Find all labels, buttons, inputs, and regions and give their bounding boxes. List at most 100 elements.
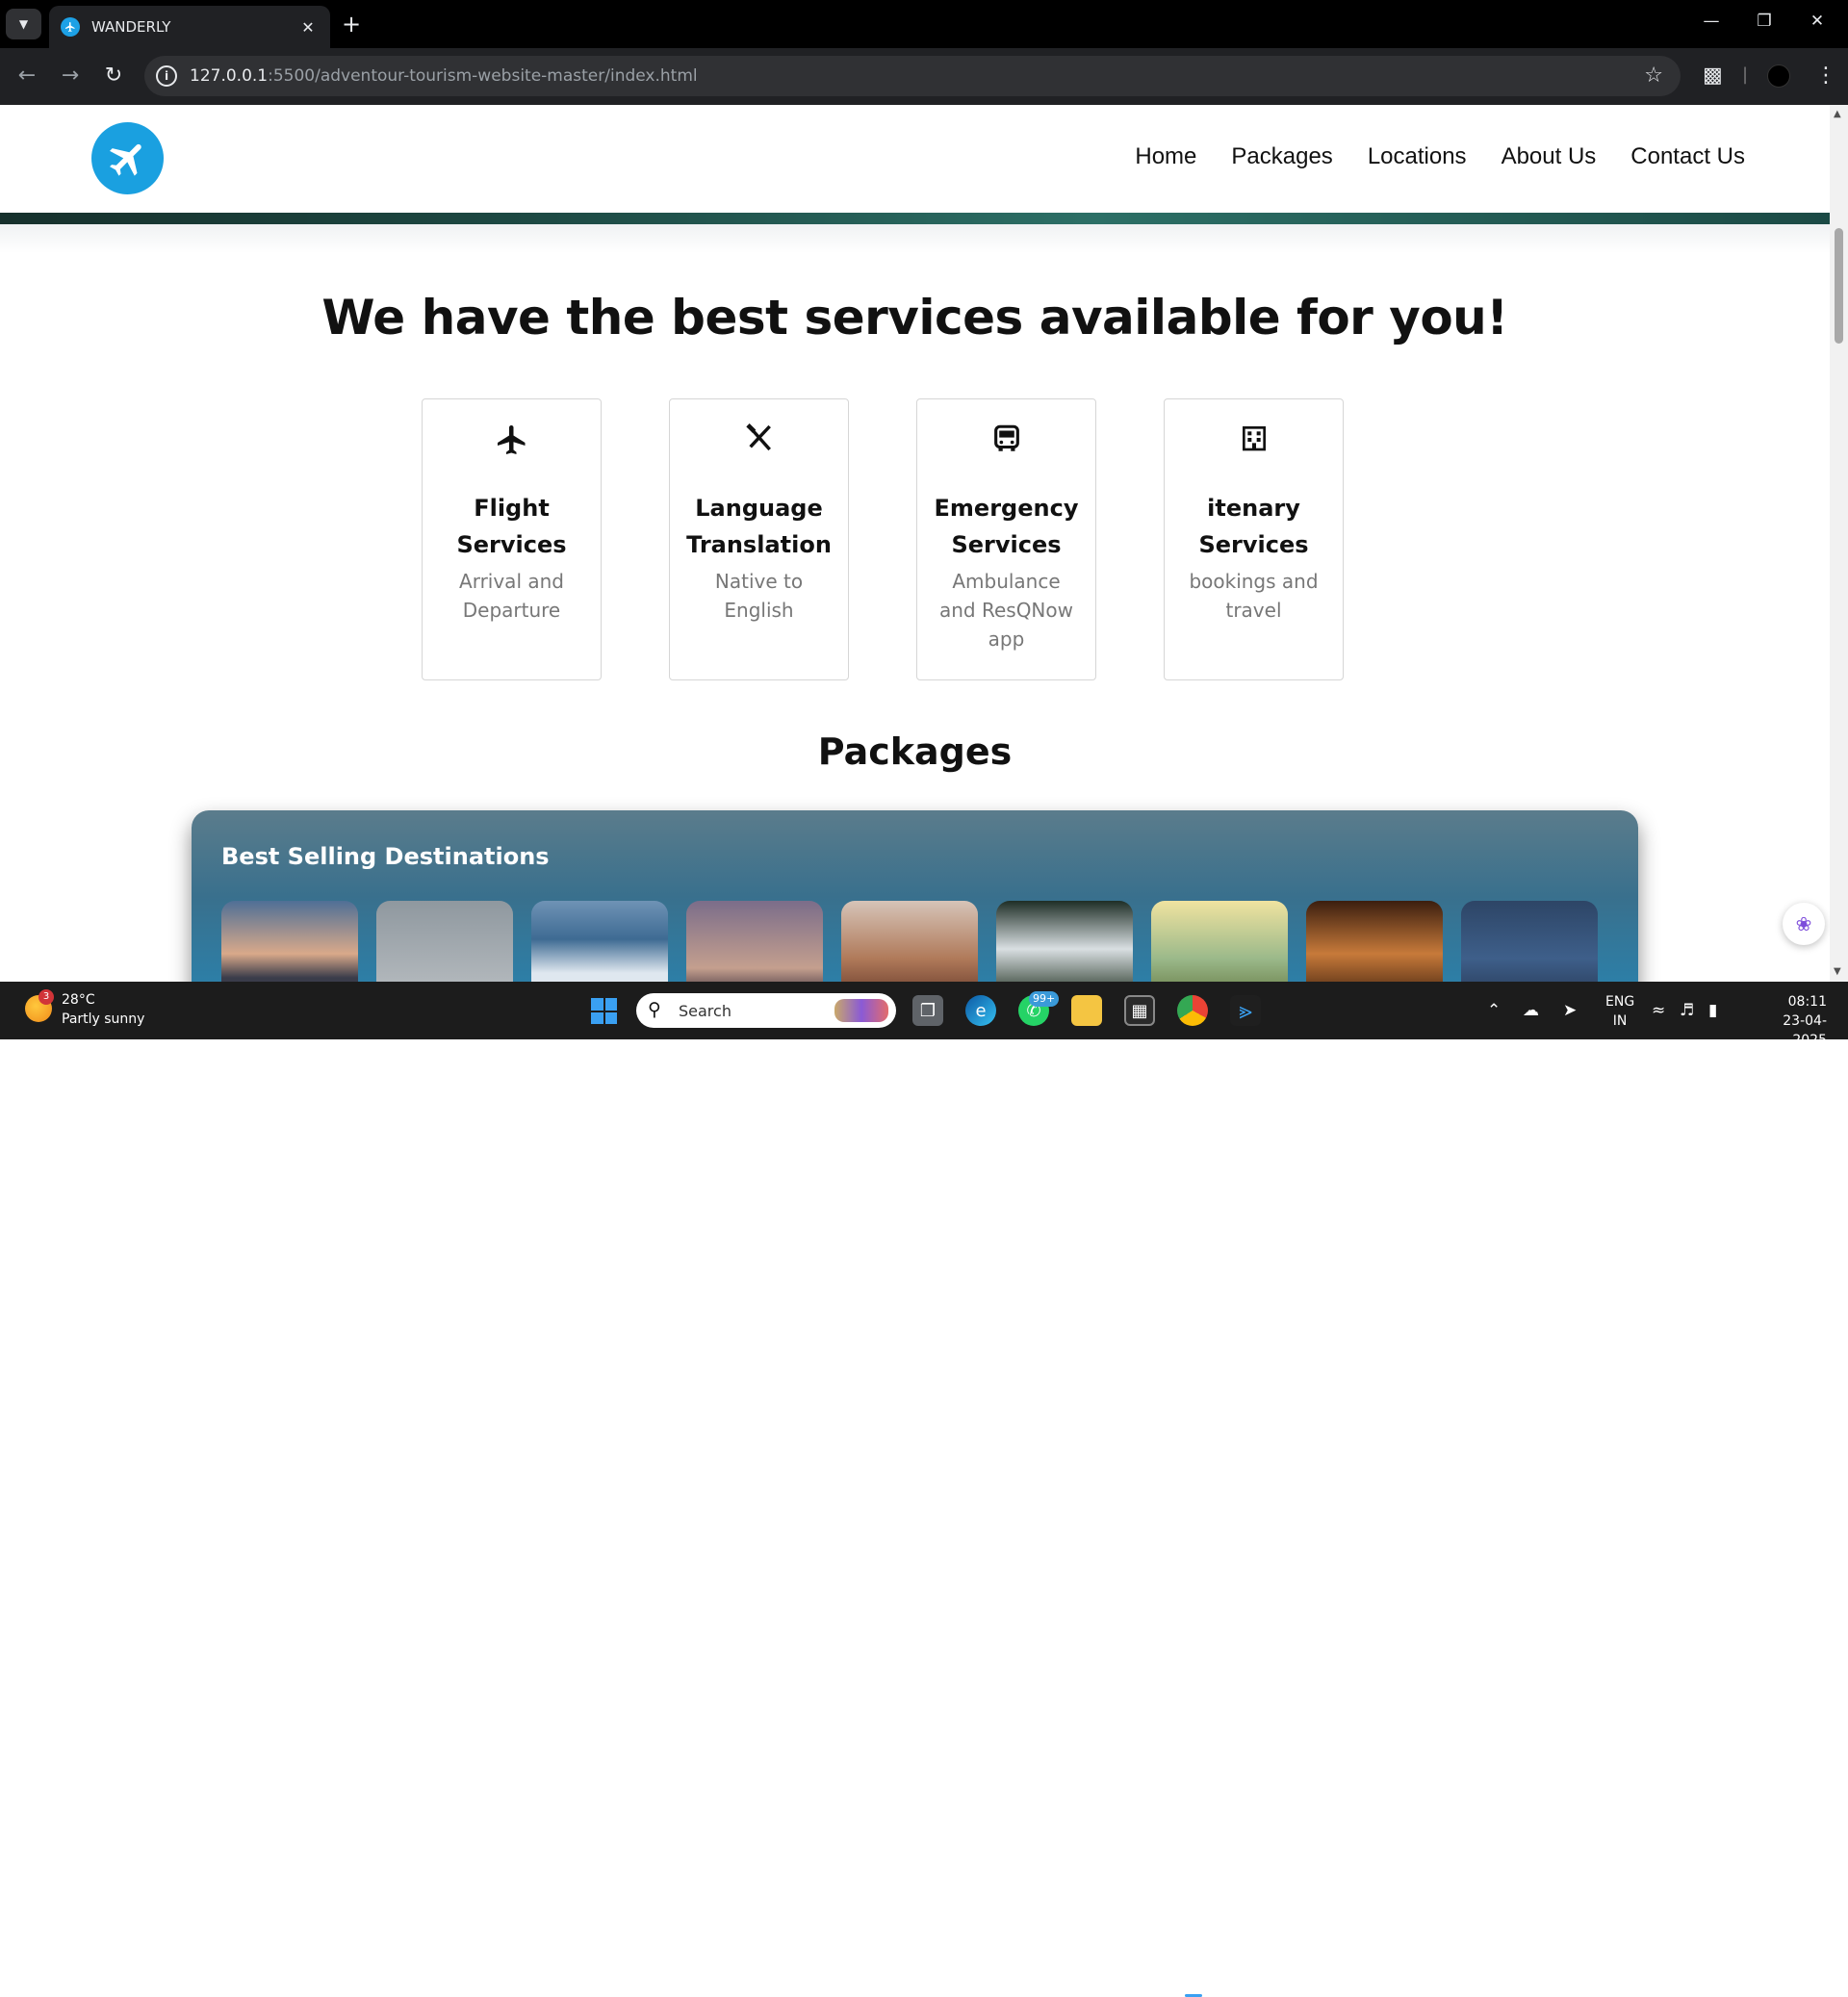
nav-home[interactable]: Home xyxy=(1135,143,1196,170)
destination-thumbnail[interactable] xyxy=(531,901,668,982)
restore-icon[interactable]: ❐ xyxy=(1743,12,1785,31)
vscode-icon[interactable]: ⪢ xyxy=(1230,995,1261,1026)
service-card-emergency[interactable]: Emergency Services Ambulance and ResQNow… xyxy=(916,398,1096,680)
service-card-flight[interactable]: Flight Services Arrival and Departure xyxy=(422,398,602,680)
service-card-desc: bookings and travel xyxy=(1189,570,1319,622)
nav-contact-us[interactable]: Contact Us xyxy=(1630,143,1745,170)
page-scrollbar[interactable]: ▲ ▼ xyxy=(1830,105,1848,982)
url-text[interactable]: 127.0.0.1:5500/adventour-tourism-website… xyxy=(190,66,698,86)
service-card-itinerary[interactable]: itenary Services bookings and travel xyxy=(1164,398,1344,680)
profile-avatar[interactable] xyxy=(1767,64,1790,88)
close-tab-icon[interactable]: ✕ xyxy=(297,18,319,37)
hotel-icon xyxy=(1165,422,1343,461)
destination-thumbnail[interactable] xyxy=(1461,901,1598,982)
airplane-favicon-icon xyxy=(61,17,80,37)
destination-thumbnail[interactable] xyxy=(996,901,1133,982)
wifi-icon[interactable]: ≈ xyxy=(1652,1001,1665,1020)
minimize-icon[interactable]: — xyxy=(1690,12,1732,31)
services-cards: Flight Services Arrival and Departure La… xyxy=(422,398,1344,680)
task-view-icon[interactable]: ❐ xyxy=(912,995,943,1026)
windows-start-icon[interactable] xyxy=(591,998,617,1024)
microsoft-store-icon[interactable]: ▦ xyxy=(1124,995,1155,1026)
service-card-desc: Native to English xyxy=(714,570,804,622)
language-indicator[interactable]: ENG IN xyxy=(1605,992,1634,1031)
ai-assistant-brain-icon[interactable]: ❀ xyxy=(1783,903,1825,945)
toolbar-divider: | xyxy=(1742,64,1749,85)
scrollbar-thumb[interactable] xyxy=(1835,228,1843,344)
close-window-icon[interactable]: ✕ xyxy=(1796,12,1838,31)
service-card-title: Emergency Services xyxy=(934,495,1079,558)
scroll-down-arrow-icon[interactable]: ▼ xyxy=(1834,966,1841,977)
bus-icon xyxy=(917,422,1095,461)
page-viewport: Home Packages Locations About Us Contact… xyxy=(0,105,1848,982)
packages-title: Packages xyxy=(817,730,1013,773)
hero-image-strip xyxy=(0,213,1830,224)
region-code: IN xyxy=(1612,1013,1628,1029)
service-card-title: Flight Services xyxy=(456,495,567,558)
weather-temperature[interactable]: 28°C xyxy=(62,992,95,1008)
destination-thumbnail[interactable] xyxy=(686,901,823,982)
taskbar-search[interactable]: ⚲ Search xyxy=(636,993,896,1028)
weather-badge: 3 xyxy=(38,989,54,1005)
airplane-logo-icon xyxy=(109,143,141,176)
destination-thumbnail[interactable] xyxy=(221,901,358,982)
search-highlight-art xyxy=(834,999,888,1022)
location-arrow-icon[interactable]: ➤ xyxy=(1563,1001,1577,1020)
forward-arrow-icon[interactable]: → xyxy=(58,64,83,88)
browser-tab[interactable]: WANDERLY ✕ xyxy=(49,6,330,48)
service-card-translation[interactable]: Language Translation Native to English xyxy=(669,398,849,680)
extensions-puzzle-icon[interactable]: ▩ xyxy=(1703,64,1723,88)
hero-shadow xyxy=(0,224,1830,253)
search-icon: ⚲ xyxy=(648,999,661,1020)
site-logo[interactable] xyxy=(91,122,164,194)
address-toolbar: ← → ↻ i 127.0.0.1:5500/adventour-tourism… xyxy=(0,48,1848,105)
whatsapp-badge: 99+ xyxy=(1029,991,1060,1007)
best-selling-heading: Best Selling Destinations xyxy=(221,843,550,870)
language-code: ENG xyxy=(1605,994,1635,1010)
destination-thumbnail[interactable] xyxy=(841,901,978,982)
url-host: 127.0.0.1 xyxy=(190,66,269,86)
address-bar[interactable]: i 127.0.0.1:5500/adventour-tourism-websi… xyxy=(144,56,1681,96)
destination-thumbnail[interactable] xyxy=(1151,901,1288,982)
best-selling-panel: Best Selling Destinations xyxy=(192,810,1638,982)
back-arrow-icon[interactable]: ← xyxy=(14,64,39,88)
file-explorer-folder-icon[interactable] xyxy=(1071,995,1102,1026)
service-card-desc: Arrival and Departure xyxy=(459,570,564,622)
weather-description[interactable]: Partly sunny xyxy=(62,1011,144,1027)
service-card-desc: Ambulance and ResQNow app xyxy=(938,570,1073,651)
nav-locations[interactable]: Locations xyxy=(1368,143,1467,170)
tab-search-button[interactable]: ▼ xyxy=(6,9,41,39)
clock-time: 08:11 xyxy=(1787,994,1827,1010)
edge-browser-icon[interactable]: e xyxy=(965,995,996,1026)
taskbar-search-placeholder: Search xyxy=(679,1002,732,1020)
site-header: Home Packages Locations About Us Contact… xyxy=(0,105,1830,213)
destination-thumbnails xyxy=(221,901,1598,982)
browser-tab-strip: ▼ WANDERLY ✕ + — ❐ ✕ xyxy=(0,0,1848,48)
clock-date: 23-04-2025 xyxy=(1783,1013,1827,1048)
destination-thumbnail[interactable] xyxy=(376,901,513,982)
main-nav: Home Packages Locations About Us Contact… xyxy=(1135,143,1745,170)
airplane-icon xyxy=(423,422,601,461)
windows-taskbar: 3 28°C Partly sunny ⚲ Search ❐ e ✆ 99+ ▦… xyxy=(0,982,1848,1997)
reload-icon[interactable]: ↻ xyxy=(101,64,126,88)
tab-title: WANDERLY xyxy=(91,18,171,36)
service-card-title: itenary Services xyxy=(1198,495,1309,558)
nav-packages[interactable]: Packages xyxy=(1231,143,1332,170)
chrome-icon[interactable] xyxy=(1177,995,1208,1026)
kebab-menu-icon[interactable]: ⋮ xyxy=(1815,64,1836,88)
new-tab-plus-icon[interactable]: + xyxy=(339,12,364,37)
chevron-down-icon: ▼ xyxy=(18,17,29,31)
volume-icon[interactable]: ♬ xyxy=(1680,1001,1694,1020)
services-title: We have the best services available for … xyxy=(321,290,1508,346)
nav-about-us[interactable]: About Us xyxy=(1502,143,1597,170)
scroll-up-arrow-icon[interactable]: ▲ xyxy=(1834,109,1841,119)
url-path: :5500/adventour-tourism-website-master/i… xyxy=(268,66,698,86)
onedrive-cloud-icon[interactable]: ☁ xyxy=(1523,1001,1539,1020)
bookmark-star-icon[interactable]: ☆ xyxy=(1644,64,1663,88)
tray-chevron-up-icon[interactable]: ⌃ xyxy=(1487,1001,1501,1020)
destination-thumbnail[interactable] xyxy=(1306,901,1443,982)
taskbar-clock[interactable]: 08:11 23-04-2025 xyxy=(1750,992,1827,1050)
site-info-icon[interactable]: i xyxy=(156,65,177,87)
battery-icon[interactable]: ▮ xyxy=(1708,1001,1717,1020)
service-card-title: Language Translation xyxy=(686,495,832,558)
